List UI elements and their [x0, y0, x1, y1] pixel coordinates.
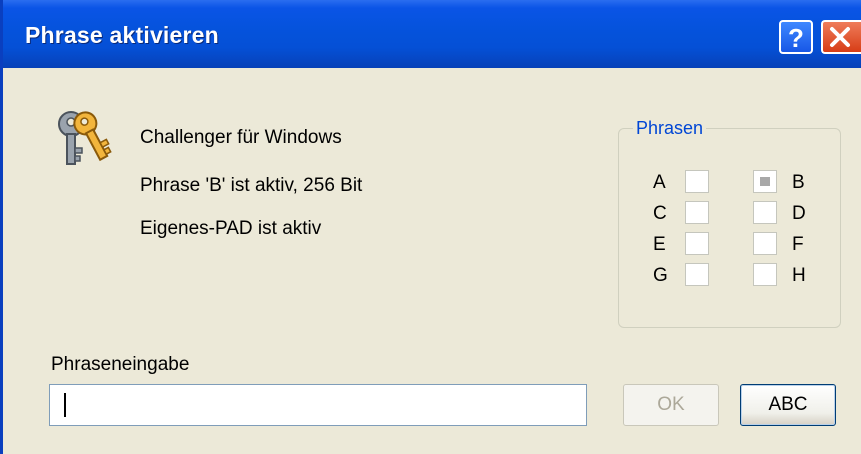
phrase-c-label: C	[653, 203, 667, 224]
phrase-g-label: G	[653, 265, 668, 286]
active-phrase-text: Phrase 'B' ist aktiv, 256 Bit	[140, 175, 363, 196]
close-button[interactable]	[821, 20, 861, 54]
phrase-g-checkbox[interactable]	[685, 263, 709, 286]
phrase-e-label: E	[653, 234, 666, 255]
pad-status-text: Eigenes-PAD ist aktiv	[140, 218, 322, 239]
title-bar[interactable]: Phrase aktivieren ?	[3, 0, 861, 68]
phrase-e-checkbox[interactable]	[685, 232, 709, 255]
phrase-input[interactable]	[49, 384, 587, 426]
phrasen-legend: Phrasen	[633, 118, 707, 139]
phrase-h-label: H	[792, 265, 806, 286]
phrase-d-checkbox[interactable]	[753, 201, 777, 224]
question-mark-icon: ?	[788, 23, 804, 52]
help-button[interactable]: ?	[779, 20, 813, 54]
phrase-b-label: B	[792, 172, 805, 193]
phrase-input-label: Phraseneingabe	[51, 354, 190, 375]
phrase-a-label: A	[653, 172, 666, 193]
phrasen-groupbox	[618, 128, 841, 328]
svg-text:?: ?	[788, 23, 804, 52]
phrase-d-label: D	[792, 203, 806, 224]
ok-button[interactable]: OK	[623, 384, 719, 426]
app-name-text: Challenger für Windows	[140, 127, 342, 148]
phrase-f-checkbox[interactable]	[753, 232, 777, 255]
text-caret	[64, 393, 66, 417]
phrase-b-checkbox[interactable]	[753, 170, 777, 193]
abc-button[interactable]: ABC	[740, 384, 836, 426]
phrase-c-checkbox[interactable]	[685, 201, 709, 224]
phrase-h-checkbox[interactable]	[753, 263, 777, 286]
window-title: Phrase aktivieren	[25, 22, 219, 48]
phrase-a-checkbox[interactable]	[685, 170, 709, 193]
phrase-f-label: F	[792, 234, 804, 255]
close-x-icon	[830, 27, 850, 47]
dialog-window: Phrase aktivieren ? Challenger für Windo…	[0, 0, 861, 454]
keys-icon	[58, 111, 112, 165]
